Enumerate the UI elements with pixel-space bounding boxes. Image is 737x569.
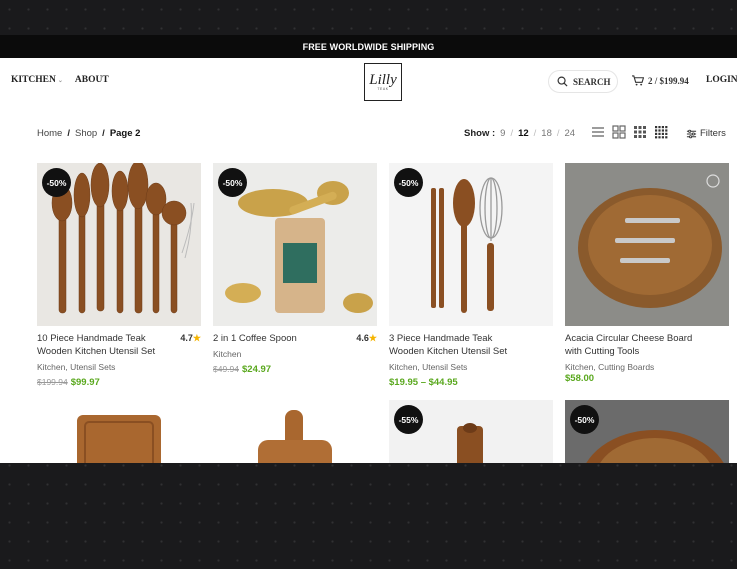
breadcrumb-shop[interactable]: Shop bbox=[75, 128, 97, 139]
shipping-banner: FREE WORLDWIDE SHIPPING bbox=[0, 35, 737, 58]
nav-about[interactable]: ABOUT bbox=[75, 75, 109, 85]
discount-badge: -50% bbox=[218, 168, 247, 197]
show-18[interactable]: 18 bbox=[541, 128, 552, 139]
chevron-down-icon: ⌄ bbox=[57, 78, 63, 84]
product-image[interactable]: -55% bbox=[389, 400, 553, 463]
star-icon: ★ bbox=[192, 333, 201, 343]
grid-3-icon[interactable] bbox=[633, 125, 647, 139]
show-9[interactable]: 9 bbox=[500, 128, 505, 139]
product-image[interactable]: -50% bbox=[213, 163, 377, 326]
search-button[interactable]: SEARCH bbox=[548, 70, 618, 93]
product-categories[interactable]: Kitchen, Utensil Sets bbox=[389, 362, 553, 372]
product-rating: 4.7★ bbox=[180, 333, 201, 343]
breadcrumb: Home / Shop / Page 2 bbox=[37, 128, 141, 139]
product-title[interactable]: Acacia Circular Cheese Board with Cuttin… bbox=[565, 332, 729, 358]
show-12[interactable]: 12 bbox=[518, 128, 529, 139]
product-price: $49.94 $24.97 bbox=[213, 364, 272, 375]
product-card[interactable]: -50% bbox=[565, 400, 729, 463]
product-title[interactable]: 3 Piece Handmade Teak Wooden Kitchen Ute… bbox=[389, 332, 553, 358]
product-title[interactable]: 2 in 1 Coffee Spoon bbox=[213, 332, 377, 345]
site-header: KITCHEN ⌄ ABOUT Lilly TEAK SEARCH 2 / $19… bbox=[0, 58, 737, 104]
search-icon bbox=[557, 76, 568, 87]
product-card[interactable]: -55% bbox=[389, 400, 553, 463]
logo[interactable]: Lilly TEAK bbox=[364, 63, 402, 101]
discount-badge: -50% bbox=[394, 168, 423, 197]
per-page-selector: Show : 9/ 12/ 18/ 24 bbox=[464, 128, 576, 139]
product-card[interactable]: -50% 2 in 1 Coffee Spoon 4.6★ Kitchen $4… bbox=[213, 163, 377, 375]
discount-badge: -55% bbox=[394, 405, 423, 434]
product-card[interactable]: -50% 3 Piece Handmade Teak Wooden Kitche… bbox=[389, 163, 553, 388]
discount-badge: -50% bbox=[570, 405, 599, 434]
product-card[interactable]: -50% 10 Piece Handmade Teak Wooden Kitch… bbox=[37, 163, 201, 388]
product-categories[interactable]: Kitchen, Cutting Boards bbox=[565, 362, 729, 372]
star-icon: ★ bbox=[368, 333, 377, 343]
breadcrumb-current: Page 2 bbox=[109, 128, 141, 139]
grid-2-icon[interactable] bbox=[612, 125, 626, 139]
view-switcher bbox=[591, 125, 668, 139]
grid-4-icon[interactable] bbox=[654, 125, 668, 139]
shop-toolbar: Home / Shop / Page 2 Show : 9/ 12/ 18/ 2… bbox=[0, 104, 737, 160]
product-card[interactable]: Acacia Circular Cheese Board with Cuttin… bbox=[565, 163, 729, 384]
filter-icon bbox=[686, 129, 697, 138]
product-image[interactable]: -50% bbox=[37, 163, 201, 326]
product-title[interactable]: 10 Piece Handmade Teak Wooden Kitchen Ut… bbox=[37, 332, 201, 358]
product-price: $19.95 – $44.95 bbox=[389, 377, 458, 388]
product-image[interactable] bbox=[213, 400, 377, 463]
show-24[interactable]: 24 bbox=[565, 128, 576, 139]
product-categories[interactable]: Kitchen, Utensil Sets bbox=[37, 362, 201, 372]
breadcrumb-home[interactable]: Home bbox=[37, 128, 62, 139]
list-view-icon[interactable] bbox=[591, 125, 605, 139]
nav-kitchen[interactable]: KITCHEN ⌄ bbox=[11, 75, 63, 85]
login-link[interactable]: LOGIN bbox=[706, 75, 737, 85]
filters-button[interactable]: Filters bbox=[686, 128, 726, 139]
product-card[interactable] bbox=[213, 400, 377, 463]
main-nav: KITCHEN ⌄ ABOUT bbox=[11, 75, 109, 85]
cart-icon bbox=[632, 75, 644, 86]
cart-button[interactable]: 2 / $199.94 bbox=[631, 75, 689, 86]
product-image[interactable]: -50% bbox=[389, 163, 553, 326]
store-page: FREE WORLDWIDE SHIPPING KITCHEN ⌄ ABOUT L… bbox=[0, 35, 737, 463]
discount-badge: -50% bbox=[42, 168, 71, 197]
product-card[interactable] bbox=[37, 400, 201, 463]
product-price: $58.00 bbox=[565, 373, 595, 384]
product-price: $199.94 $99.97 bbox=[37, 377, 100, 388]
product-image[interactable]: -50% bbox=[565, 400, 729, 463]
product-image[interactable] bbox=[37, 400, 201, 463]
product-rating: 4.6★ bbox=[356, 333, 377, 343]
product-categories[interactable]: Kitchen bbox=[213, 349, 377, 359]
product-image[interactable] bbox=[565, 163, 729, 326]
